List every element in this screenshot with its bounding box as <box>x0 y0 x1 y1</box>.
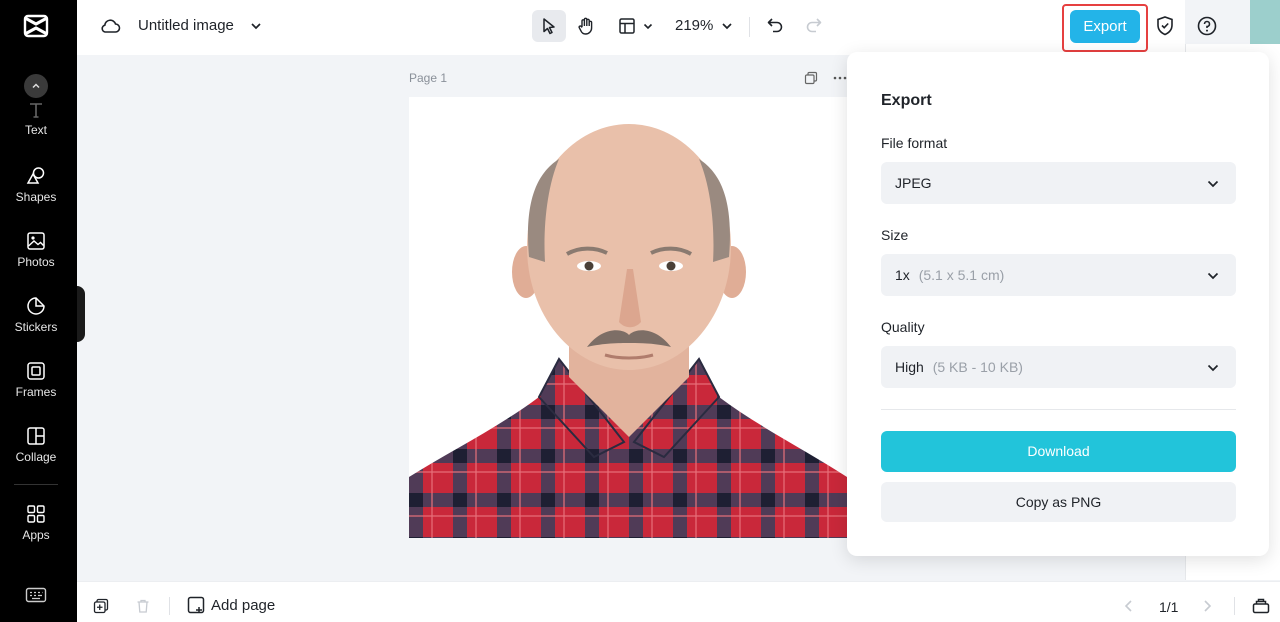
top-toolbar: Untitled image 219% <box>77 0 1185 55</box>
chevron-up-icon <box>32 83 40 89</box>
panel-divider <box>881 409 1236 410</box>
text-icon <box>30 103 42 118</box>
collapse-up-button[interactable] <box>24 74 48 98</box>
layout-icon <box>619 18 635 34</box>
copy-as-png-button[interactable]: Copy as PNG <box>881 482 1236 522</box>
quality-value: High <box>895 359 924 375</box>
undo-icon[interactable] <box>765 15 785 35</box>
document-title[interactable]: Untitled image <box>138 17 234 34</box>
sidebar-item-label: Text <box>24 123 47 137</box>
sidebar-item-label: Apps <box>22 528 50 542</box>
trash-icon[interactable] <box>135 598 151 614</box>
size-value: 1x <box>895 267 910 283</box>
chevron-down-icon <box>1207 272 1219 280</box>
cursor-arrow-icon <box>543 18 555 35</box>
add-page-label: Add page <box>211 596 276 614</box>
file-format-select[interactable]: JPEG <box>881 162 1236 204</box>
rail-divider <box>14 484 58 485</box>
sidebar-item-label: Photos <box>17 255 55 269</box>
sidebar-item-label: Shapes <box>15 190 57 204</box>
panel-expand-handle[interactable] <box>77 286 85 342</box>
apps-grid-icon <box>27 505 45 523</box>
sidebar-item-text[interactable]: Text <box>0 100 72 137</box>
pages-panel-icon[interactable] <box>1252 598 1270 614</box>
portrait-image <box>409 97 847 538</box>
corner-thumbnail <box>1250 0 1280 44</box>
quality-label: Quality <box>881 319 925 335</box>
file-format-value: JPEG <box>895 175 932 191</box>
export-panel: Export File format JPEG Size 1x (5.1 x 5… <box>847 52 1269 556</box>
layout-menu-button[interactable] <box>612 10 660 42</box>
chevron-right-icon[interactable] <box>1201 599 1213 613</box>
add-page-button[interactable]: Add page <box>187 596 275 614</box>
export-button[interactable]: Export <box>1070 10 1140 43</box>
size-label: Size <box>881 227 909 243</box>
sidebar-item-label: Frames <box>15 385 57 399</box>
zoom-level[interactable]: 219% <box>675 17 713 34</box>
bottom-divider <box>169 597 170 615</box>
shapes-icon <box>26 167 45 184</box>
sidebar-item-apps[interactable]: Apps <box>0 503 72 542</box>
more-options-icon[interactable] <box>832 70 848 86</box>
capcut-logo-icon[interactable] <box>22 12 50 40</box>
size-hint: (5.1 x 5.1 cm) <box>918 267 1005 283</box>
chevron-down-icon <box>1207 364 1219 372</box>
sidebar-item-collage[interactable]: Collage <box>0 425 72 464</box>
sidebar-item-label: Stickers <box>14 320 58 334</box>
page-counter: 1/1 <box>1159 599 1179 615</box>
sidebar-item-stickers[interactable]: Stickers <box>0 295 72 334</box>
quality-select[interactable]: High (5 KB - 10 KB) <box>881 346 1236 388</box>
hand-tool-button[interactable] <box>569 10 603 42</box>
sidebar-item-label: Collage <box>15 450 57 464</box>
bottom-divider <box>1234 597 1235 615</box>
add-page-plus-icon[interactable] <box>93 598 109 614</box>
download-button[interactable]: Download <box>881 431 1236 472</box>
chevron-left-icon[interactable] <box>1123 599 1135 613</box>
chevron-down-icon <box>643 23 653 30</box>
cloud-sync-icon[interactable] <box>99 16 121 36</box>
photo-icon <box>27 232 45 250</box>
sidebar-item-frames[interactable]: Frames <box>0 360 72 399</box>
canvas-photo[interactable] <box>409 97 847 538</box>
toolbar-divider <box>749 17 750 37</box>
sidebar-item-shapes[interactable]: Shapes <box>0 165 72 204</box>
hand-icon <box>578 17 593 35</box>
sidebar-item-photos[interactable]: Photos <box>0 230 72 269</box>
collage-icon <box>27 427 45 445</box>
select-tool-button[interactable] <box>532 10 566 42</box>
redo-icon[interactable] <box>804 15 824 35</box>
page-label: Page 1 <box>409 71 448 85</box>
chevron-down-icon <box>1207 180 1219 188</box>
add-page-icon <box>187 596 205 614</box>
left-rail: Text Shapes Photos Stickers Frames Colla… <box>0 0 77 622</box>
quality-hint: (5 KB - 10 KB) <box>932 359 1023 375</box>
export-panel-title: Export <box>881 92 932 109</box>
duplicate-page-icon[interactable] <box>804 71 818 85</box>
bottom-bar: Add page 1/1 <box>77 581 1280 622</box>
help-question-icon[interactable] <box>1196 15 1218 37</box>
frame-icon <box>27 362 45 380</box>
keyboard-shortcuts-icon[interactable] <box>25 586 47 604</box>
file-format-label: File format <box>881 135 948 151</box>
chevron-down-icon[interactable] <box>720 19 734 33</box>
size-select[interactable]: 1x (5.1 x 5.1 cm) <box>881 254 1236 296</box>
shield-check-icon[interactable] <box>1155 15 1175 37</box>
chevron-down-icon[interactable] <box>249 19 263 33</box>
sticker-icon <box>27 297 45 315</box>
